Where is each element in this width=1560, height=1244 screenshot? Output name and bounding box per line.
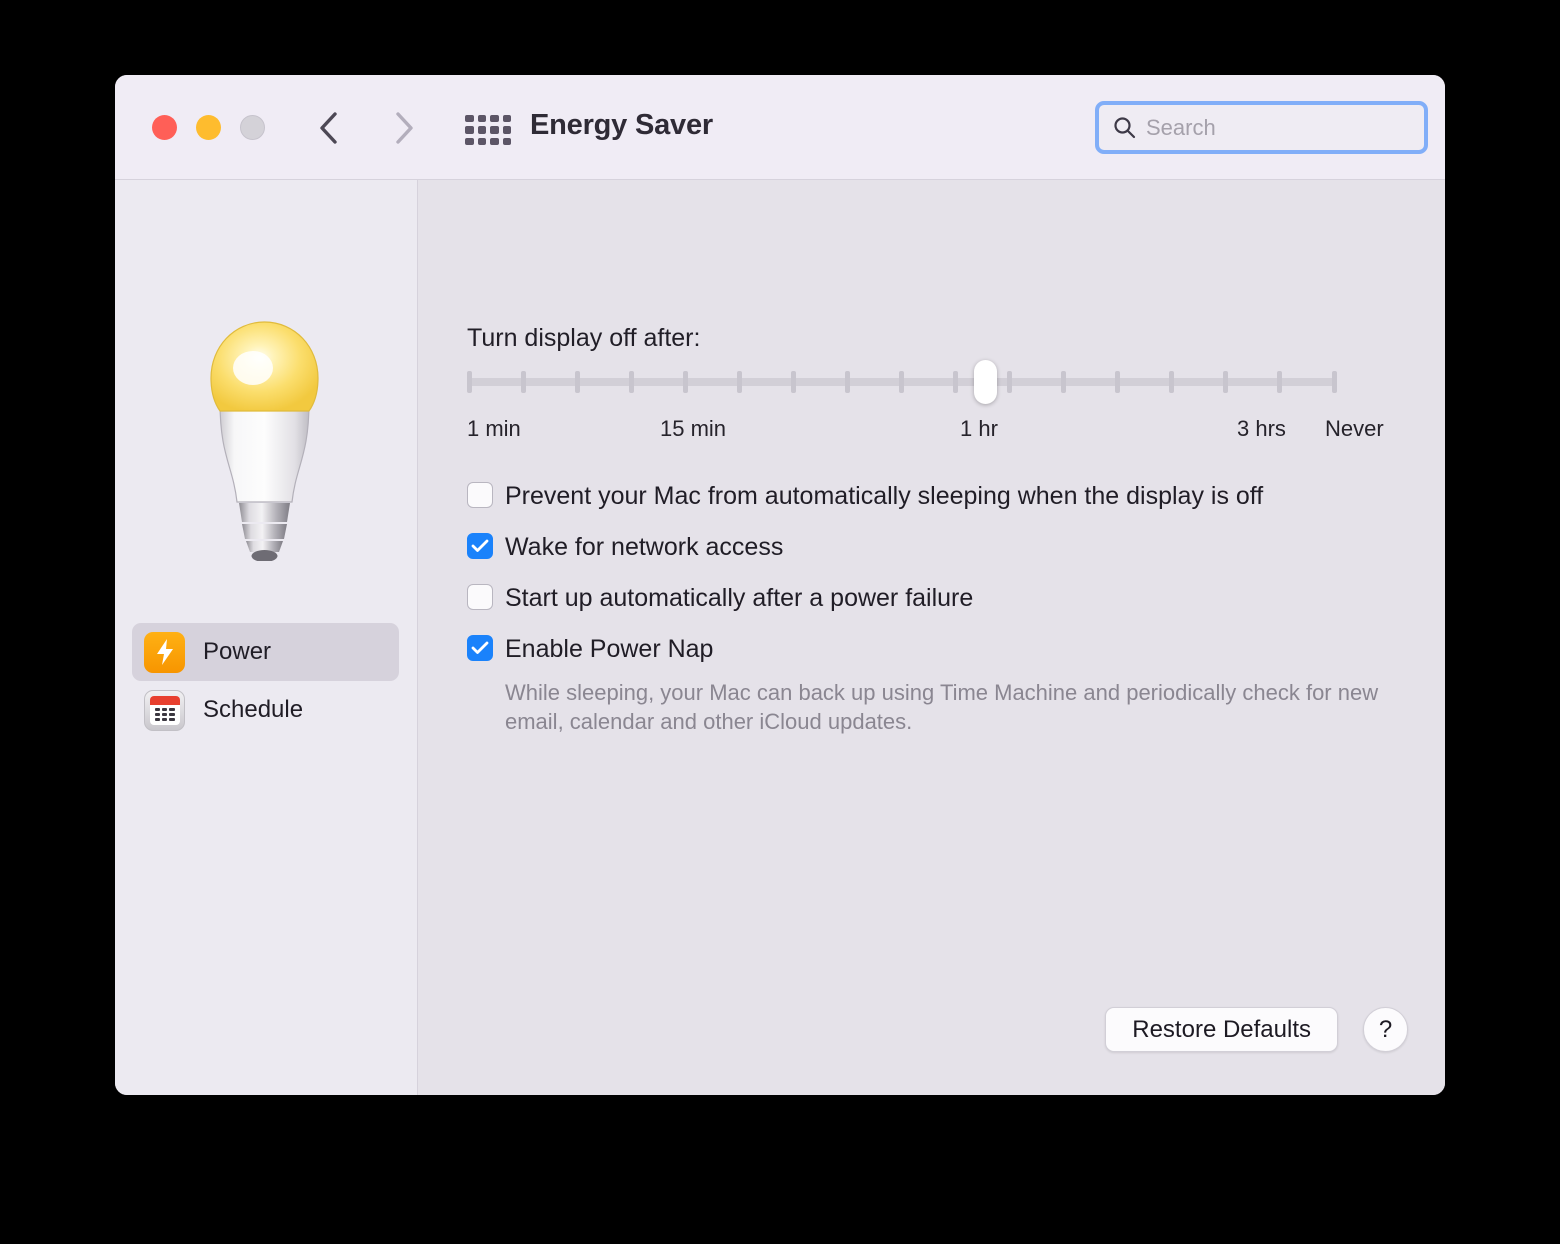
back-button[interactable] [312, 111, 346, 145]
checkbox-label: Enable Power Nap [505, 635, 714, 663]
sidebar-item-label: Schedule [203, 696, 304, 723]
slider-caption-1hr: 1 hr [960, 416, 998, 441]
slider-caption-never: Never [1325, 416, 1384, 441]
sidebar-item-power[interactable]: Power [132, 623, 399, 681]
calendar-icon [144, 689, 185, 731]
slider-caption-3hrs: 3 hrs [1237, 416, 1286, 441]
options-list: Prevent your Mac from automatically slee… [467, 476, 1427, 736]
sidebar-list: Power Schedule [132, 623, 399, 739]
slider-track[interactable] [467, 360, 1337, 404]
display-sleep-slider[interactable]: 1 min 15 min 1 hr 3 hrs Never [467, 360, 1384, 441]
slider-caption-min: 1 min [467, 416, 521, 441]
checkbox-row-power-nap[interactable]: Enable Power Nap [467, 629, 1427, 670]
power-bolt-icon [144, 631, 185, 673]
sidebar: Power Schedule [115, 180, 418, 1095]
checkbox-row-wake-network[interactable]: Wake for network access [467, 527, 1427, 568]
forward-button[interactable] [387, 111, 421, 145]
help-button[interactable]: ? [1363, 1007, 1408, 1052]
checkbox-row-startup-after-failure[interactable]: Start up automatically after a power fai… [467, 578, 1427, 619]
slider-thumb[interactable] [974, 360, 997, 404]
all-preferences-grid-icon[interactable] [465, 115, 511, 145]
search-icon [1113, 116, 1136, 139]
checkbox-prevent-sleep[interactable] [467, 482, 493, 508]
restore-defaults-button[interactable]: Restore Defaults [1105, 1007, 1338, 1052]
checkbox-power-nap[interactable] [467, 635, 493, 661]
content-pane: Turn display off after: 1 min 15 min 1 h… [418, 180, 1445, 1095]
sidebar-item-label: Power [203, 638, 272, 665]
energy-saver-window: Energy Saver Search Power Schedule Turn … [115, 75, 1445, 1095]
power-nap-description: While sleeping, your Mac can back up usi… [505, 680, 1379, 734]
window-titlebar: Energy Saver [115, 75, 1445, 180]
checkbox-label: Wake for network access [505, 533, 784, 561]
search-field[interactable] [1095, 101, 1434, 154]
slider-caption-15min: 15 min [660, 416, 727, 441]
zoom-button[interactable] [240, 115, 265, 140]
checkbox-startup-after-failure[interactable] [467, 584, 493, 610]
checkbox-wake-network[interactable] [467, 533, 493, 559]
page-title: Energy Saver [530, 109, 713, 141]
lightbulb-icon [210, 321, 319, 561]
checkbox-label: Start up automatically after a power fai… [505, 584, 974, 612]
minimize-button[interactable] [196, 115, 221, 140]
search-input[interactable] [1146, 114, 1434, 141]
traffic-light-group [152, 115, 265, 140]
window-body: Power Schedule Turn display off after: 1… [115, 180, 1445, 1095]
checkbox-row-prevent-sleep[interactable]: Prevent your Mac from automatically slee… [467, 476, 1427, 517]
chevron-right-icon [396, 112, 413, 144]
sidebar-item-schedule[interactable]: Schedule [132, 681, 399, 739]
display-sleep-label: Turn display off after: [467, 324, 701, 352]
chevron-left-icon [320, 112, 337, 144]
checkbox-label: Prevent your Mac from automatically slee… [505, 482, 1264, 510]
close-button[interactable] [152, 115, 177, 140]
